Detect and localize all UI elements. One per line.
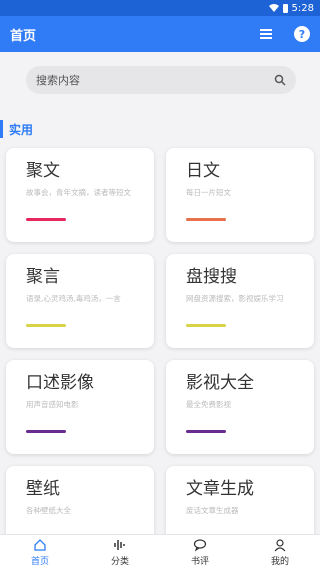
tab-label: 书评 [190, 557, 209, 567]
section-accent-bar [0, 120, 3, 138]
card-riwen[interactable]: 日文 每日一片短文 [166, 148, 314, 242]
card-accent-line [26, 324, 66, 327]
card-accent-line [186, 430, 226, 433]
search-icon[interactable] [274, 74, 286, 86]
card-desc: 用声音感知电影 [26, 400, 79, 409]
card-juwen[interactable]: 聚文 故事会，青年文摘，读者等短文 [6, 148, 154, 242]
card-title: 聚言 [26, 267, 60, 287]
tab-review[interactable]: 书评 [160, 535, 240, 570]
card-desc: 网盘资源搜索，影视娱乐学习 [186, 294, 284, 303]
card-title: 聚文 [26, 161, 60, 181]
status-time: 5:28 [291, 2, 314, 14]
wifi-icon [268, 4, 279, 12]
search-bar[interactable] [26, 66, 296, 94]
card-accent-line [26, 218, 66, 221]
card-title: 影视大全 [186, 373, 254, 393]
card-title: 日文 [186, 161, 220, 181]
tab-label: 分类 [110, 557, 129, 567]
card-desc: 废话文章生成器 [186, 506, 239, 515]
tab-label: 首页 [30, 557, 49, 567]
card-yingshi-daquan[interactable]: 影视大全 最全免费影视 [166, 360, 314, 454]
help-icon[interactable]: ? [294, 26, 310, 42]
card-accent-line [186, 324, 226, 327]
page-title: 首页 [10, 28, 37, 44]
card-title: 盘搜搜 [186, 267, 237, 287]
status-bar: 5:28 [0, 0, 320, 16]
battery-icon [282, 3, 288, 13]
user-icon [274, 539, 286, 552]
tab-label: 我的 [270, 557, 289, 567]
tab-home[interactable]: 首页 [0, 535, 80, 570]
card-desc: 故事会，青年文摘，读者等短文 [26, 188, 131, 197]
search-input[interactable] [36, 73, 274, 87]
card-koushu-yingxiang[interactable]: 口述影像 用声音感知电影 [6, 360, 154, 454]
bottom-tab-bar: 首页 分类 书评 我的 [0, 534, 320, 570]
card-title: 壁纸 [26, 479, 60, 499]
waveform-icon [114, 540, 125, 550]
card-title: 口述影像 [26, 373, 94, 393]
section-header: 实用 [0, 118, 33, 140]
card-desc: 语录,心灵鸡汤,毒鸡汤，一言 [26, 294, 121, 303]
card-desc: 各种壁纸大全 [26, 506, 71, 515]
tab-category[interactable]: 分类 [80, 535, 160, 570]
card-title: 文章生成 [186, 479, 254, 499]
home-icon [34, 539, 46, 551]
list-icon[interactable] [260, 26, 276, 42]
card-juyan[interactable]: 聚言 语录,心灵鸡汤,毒鸡汤，一言 [6, 254, 154, 348]
card-accent-line [186, 218, 226, 221]
tab-mine[interactable]: 我的 [240, 535, 320, 570]
card-pansousou[interactable]: 盘搜搜 网盘资源搜索，影视娱乐学习 [166, 254, 314, 348]
chat-icon [193, 539, 207, 552]
card-desc: 每日一片短文 [186, 188, 231, 197]
app-bar: 首页 ? [0, 16, 320, 52]
card-accent-line [26, 430, 66, 433]
card-desc: 最全免费影视 [186, 400, 231, 409]
section-label: 实用 [9, 122, 34, 137]
